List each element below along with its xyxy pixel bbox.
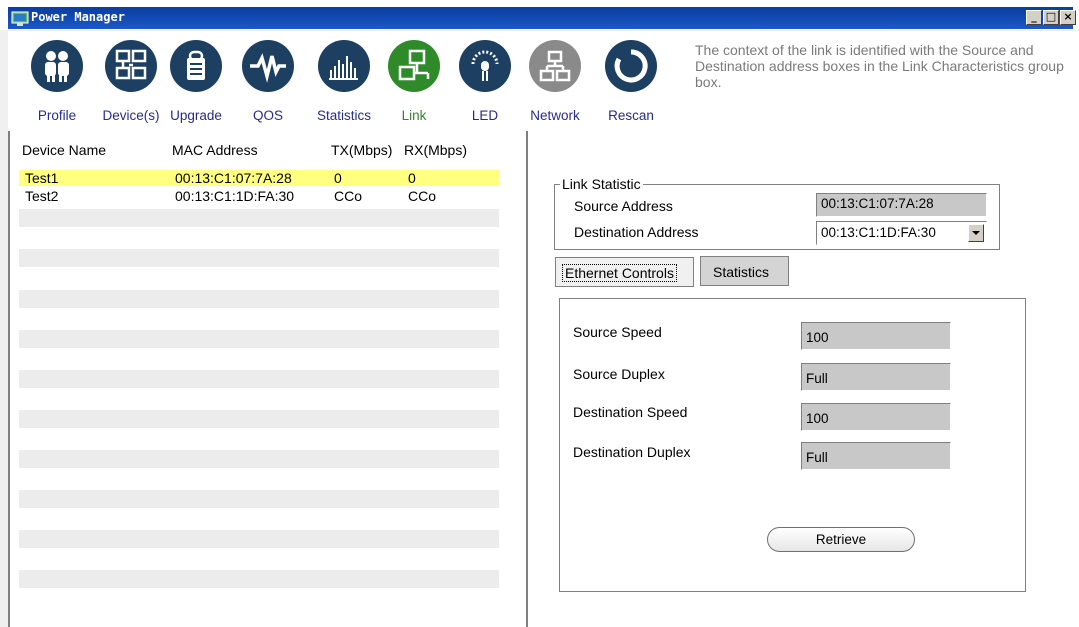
destination-speed-label: Destination Speed (573, 404, 688, 420)
source-duplex-label: Source Duplex (573, 366, 665, 382)
device-name: Test2 (25, 188, 59, 204)
app-icon (11, 11, 29, 26)
toolbar-upgrade[interactable]: Upgrade (166, 40, 226, 123)
dropdown-button[interactable] (968, 224, 984, 242)
maximize-button[interactable]: □ (1043, 10, 1059, 25)
toolbar-network[interactable]: Network (525, 40, 585, 123)
column-header[interactable]: MAC Address (172, 142, 258, 158)
pulse-icon (242, 40, 294, 92)
mac-address: 00:13:C1:07:7A:28 (175, 170, 292, 186)
rescan-icon (605, 40, 657, 92)
tx-value: CCo (334, 188, 363, 204)
destination-duplex-label: Destination Duplex (573, 444, 691, 460)
source-address-field: 00:13:C1:07:7A:28 (816, 193, 987, 217)
chevron-down-icon (972, 231, 980, 235)
window-title: Power Manager (31, 10, 125, 24)
table-row[interactable]: Test1 00:13:C1:07:7A:28 0 0 (19, 170, 499, 186)
title-bar: Power Manager _ □ × (0, 0, 1079, 30)
close-button[interactable]: × (1060, 10, 1076, 25)
led-icon (459, 40, 511, 92)
source-duplex-field: Full (801, 363, 951, 391)
source-speed-label: Source Speed (573, 324, 662, 340)
toolbar-link[interactable]: Link (384, 40, 444, 123)
mac-address: 00:13:C1:1D:FA:30 (175, 188, 295, 204)
tab-ethernet-controls[interactable]: Ethernet Controls (555, 257, 694, 287)
toolbar-statistics[interactable]: Statistics (314, 40, 374, 123)
toolbar-qos[interactable]: QOS (238, 40, 298, 123)
group-label: Link Statistic (560, 176, 643, 192)
toolbar-profile[interactable]: Profile (27, 40, 87, 123)
toolbar-rescan[interactable]: Rescan (601, 40, 661, 123)
destination-address-label: Destination Address (574, 224, 699, 240)
link-icon (388, 40, 440, 92)
source-address-label: Source Address (574, 198, 673, 214)
column-header[interactable]: TX(Mbps) (331, 142, 392, 158)
source-speed-field: 100 (801, 322, 951, 350)
tx-value: 0 (334, 170, 342, 186)
toolbar-label: Rescan (608, 108, 654, 123)
tab-label: Statistics (713, 264, 770, 280)
toolbar-devices[interactable]: Device(s) (101, 40, 161, 123)
destination-value: 00:13:C1:1D:FA:30 (821, 225, 936, 240)
destination-duplex-field: Full (801, 442, 951, 470)
devices-icon (105, 40, 157, 92)
upgrade-icon (170, 40, 222, 92)
info-text: The context of the link is identified wi… (695, 42, 1064, 90)
destination-address-select[interactable]: 00:13:C1:1D:FA:30 (816, 221, 987, 245)
people-icon (31, 40, 83, 92)
tab-statistics[interactable]: Statistics (700, 256, 789, 286)
rx-value: CCo (408, 188, 437, 204)
column-header[interactable]: RX(Mbps) (404, 142, 467, 158)
tab-label: Ethernet Controls (562, 264, 677, 282)
minimize-button[interactable]: _ (1026, 10, 1042, 25)
network-icon (529, 40, 581, 92)
bar-chart-icon (318, 40, 370, 92)
rx-value: 0 (408, 170, 416, 186)
retrieve-label: Retrieve (815, 532, 867, 547)
destination-speed-field: 100 (801, 403, 951, 431)
column-header[interactable]: Device Name (22, 142, 106, 158)
retrieve-button[interactable]: Retrieve (767, 527, 915, 552)
toolbar-led[interactable]: LED (455, 40, 515, 123)
table-row[interactable]: Test2 00:13:C1:1D:FA:30 CCo CCo (19, 188, 499, 204)
device-name: Test1 (25, 170, 59, 186)
